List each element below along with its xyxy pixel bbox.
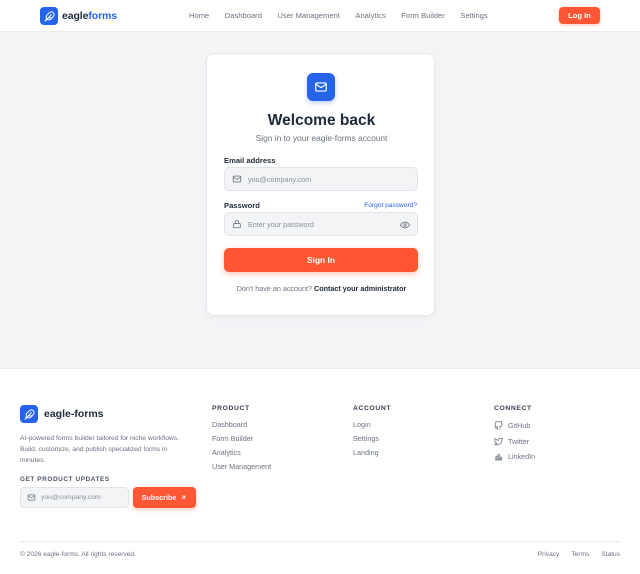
feather-icon — [20, 405, 38, 423]
email-placeholder: you@company.com — [248, 174, 312, 184]
bar-chart-icon — [494, 454, 503, 461]
twitter-icon — [494, 437, 503, 445]
brand-logo[interactable]: eagleforms — [40, 7, 117, 25]
newsletter-placeholder: you@company.com — [41, 494, 101, 501]
footer-description: AI-powered forms builder tailored for ni… — [20, 435, 180, 464]
nav-home[interactable]: Home — [189, 11, 209, 20]
footer-col-product: PRODUCT Dashboard Form Builder Analytics… — [212, 405, 271, 474]
nav-settings[interactable]: Settings — [460, 11, 487, 20]
nav-user-management[interactable]: User Management — [277, 11, 339, 20]
nav-analytics[interactable]: Analytics — [355, 11, 385, 20]
legal-links: Privacy Terms Status — [526, 551, 620, 558]
footer-link-form-builder[interactable]: Form Builder — [212, 432, 271, 446]
top-navbar: eagleforms Home Dashboard User Managemen… — [0, 0, 640, 32]
footer-heading-product: PRODUCT — [212, 405, 250, 412]
footer-heading-account: ACCOUNT — [353, 405, 392, 412]
footer-link-landing[interactable]: Landing — [353, 446, 391, 460]
feather-icon — [40, 7, 58, 25]
contact-admin-link[interactable]: Contact your administrator — [314, 284, 406, 293]
newsletter-email-field[interactable]: you@company.com — [20, 487, 129, 508]
password-label: Password — [224, 201, 260, 210]
mail-icon — [307, 73, 335, 101]
mail-icon — [27, 494, 36, 501]
footer-col-account: ACCOUNT Login Settings Landing — [353, 405, 391, 460]
footer-link-settings[interactable]: Settings — [353, 432, 391, 446]
footer-brand-name: eagle-forms — [44, 408, 104, 420]
privacy-link[interactable]: Privacy — [538, 551, 560, 558]
forgot-password-link[interactable]: Forgot password? — [364, 202, 417, 209]
updates-heading: GET PRODUCT UPDATES — [20, 476, 110, 483]
footer-link-analytics[interactable]: Analytics — [212, 446, 271, 460]
signin-card: Welcome back Sign in to your eagle-forms… — [206, 53, 435, 316]
footer-col-connect: CONNECT GitHub Twitter LinkedIn — [494, 405, 535, 465]
footer-link-linkedin[interactable]: LinkedIn — [494, 449, 535, 465]
footer-link-github[interactable]: GitHub — [494, 418, 535, 434]
login-button[interactable]: Log In — [559, 7, 600, 24]
status-link[interactable]: Status — [601, 551, 620, 558]
subscribe-button[interactable]: Subscribe — [133, 487, 196, 508]
sign-in-button[interactable]: Sign In — [224, 248, 418, 272]
eye-icon[interactable] — [400, 220, 410, 230]
footer-link-twitter[interactable]: Twitter — [494, 434, 535, 450]
footer-link-login[interactable]: Login — [353, 418, 391, 432]
footer-brand[interactable]: eagle-forms — [20, 405, 104, 423]
page-title: Welcome back — [267, 112, 376, 129]
site-footer: eagle-forms AI-powered forms builder tai… — [0, 368, 640, 574]
footer-link-dashboard[interactable]: Dashboard — [212, 418, 271, 432]
email-label: Email address — [224, 156, 276, 165]
footer-link-user-management[interactable]: User Management — [212, 460, 271, 474]
page-subtitle: Sign in to your eagle-forms account — [255, 133, 388, 143]
email-field[interactable]: you@company.com — [224, 167, 418, 191]
terms-link[interactable]: Terms — [571, 551, 589, 558]
nav-dashboard[interactable]: Dashboard — [225, 11, 262, 20]
password-placeholder: Enter your password — [248, 219, 314, 229]
github-icon — [494, 421, 503, 431]
copyright: © 2026 eagle-forms. All rights reserved. — [20, 551, 136, 558]
no-account-text: Don't have an account? Contact your admi… — [236, 284, 407, 293]
footer-heading-connect: CONNECT — [494, 405, 532, 412]
footer-divider — [20, 541, 620, 542]
mail-icon — [232, 175, 242, 183]
lock-icon — [233, 219, 241, 229]
arrow-up-right-icon — [182, 495, 186, 500]
nav-form-builder[interactable]: Form Builder — [401, 11, 444, 20]
subscribe-label: Subscribe — [141, 493, 177, 502]
password-field[interactable]: Enter your password — [224, 212, 418, 236]
brand-name: eagleforms — [62, 10, 118, 22]
main-nav: Home Dashboard User Management Analytics… — [189, 11, 503, 20]
